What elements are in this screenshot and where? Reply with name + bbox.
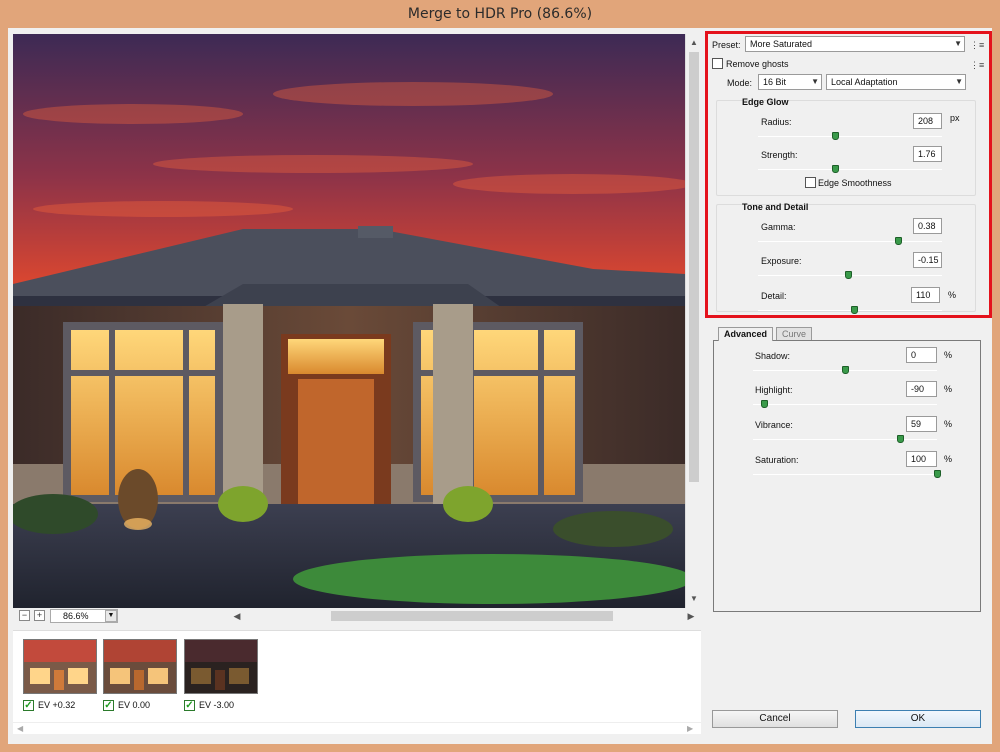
shadow-field[interactable]: 0 [906, 347, 937, 363]
hdr-preview-image[interactable] [13, 34, 685, 608]
shadow-unit: % [944, 350, 953, 360]
gamma-field[interactable]: 0.38 [913, 218, 942, 234]
slider-thumb[interactable] [845, 271, 853, 279]
radius-field[interactable]: 208 [913, 113, 942, 129]
shadow-slider[interactable] [753, 366, 937, 374]
slider-thumb[interactable] [832, 165, 840, 173]
zoom-out-button[interactable]: − [19, 610, 30, 621]
exposure-label: Exposure: [761, 256, 802, 266]
strength-label: Strength: [761, 150, 798, 160]
slider-thumb[interactable] [850, 306, 858, 314]
gamma-label: Gamma: [761, 222, 796, 232]
bit-depth-value: 16 Bit [763, 77, 787, 87]
tab-curve[interactable]: Curve [776, 327, 813, 341]
saturation-slider[interactable] [753, 470, 941, 478]
edge-glow-title: Edge Glow [742, 97, 789, 107]
method-value: Local Adaptation [831, 77, 898, 87]
highlight-label: Highlight: [755, 385, 793, 395]
ok-button[interactable]: OK [855, 710, 981, 728]
highlight-slider[interactable] [753, 400, 937, 408]
source-thumbnail[interactable]: ✓ EV -3.00 [184, 639, 258, 711]
source-images-strip: ✓ EV +0.32 ✓ EV 0.00 ✓ EV -3.00 ◀ ▶ [13, 630, 701, 734]
scroll-left-icon[interactable]: ◀ [17, 723, 23, 735]
preset-select[interactable]: More Saturated ▼ [745, 36, 965, 52]
scroll-left-icon[interactable]: ◀ [231, 608, 243, 624]
detail-label: Detail: [761, 291, 787, 301]
thumbnail-image[interactable] [103, 639, 177, 694]
highlight-unit: % [944, 384, 953, 394]
shadow-label: Shadow: [755, 351, 791, 361]
preset-value: More Saturated [750, 39, 813, 49]
window-title: Merge to HDR Pro (86.6%) [407, 6, 593, 22]
edge-smoothness-checkbox[interactable] [805, 177, 816, 188]
saturation-label: Saturation: [755, 455, 799, 465]
thumbnail-ev-label: EV -3.00 [199, 700, 235, 710]
chevron-down-icon: ▼ [954, 39, 962, 48]
chevron-down-icon: ▼ [955, 77, 963, 86]
saturation-field[interactable]: 100 [906, 451, 937, 467]
cancel-button[interactable]: Cancel [712, 710, 838, 728]
tab-advanced[interactable]: Advanced [718, 327, 774, 341]
radius-slider[interactable] [758, 132, 942, 140]
thumbnail-image[interactable] [23, 639, 97, 694]
include-checkbox[interactable]: ✓ [23, 699, 34, 711]
thumbnail-ev-label: EV +0.32 [38, 700, 76, 710]
detail-field[interactable]: 110 [911, 287, 940, 303]
house-photo [13, 34, 685, 608]
thumbnail-ev-label: EV 0.00 [118, 700, 151, 710]
options-menu-icon[interactable]: ⋮≡ [970, 60, 984, 70]
preset-label: Preset: [712, 40, 741, 50]
chevron-down-icon[interactable]: ▼ [105, 610, 117, 622]
scroll-up-icon[interactable]: ▲ [686, 36, 702, 50]
include-checkbox[interactable]: ✓ [184, 699, 195, 711]
remove-ghosts-label: Remove ghosts [726, 59, 789, 69]
include-checkbox[interactable]: ✓ [103, 699, 114, 711]
edge-smoothness-label: Edge Smoothness [818, 178, 892, 188]
thumbnail-image[interactable] [184, 639, 258, 694]
preset-options-menu-icon[interactable]: ⋮≡ [970, 40, 984, 50]
horizontal-scroll-thumb[interactable] [331, 611, 613, 621]
chevron-down-icon: ▼ [811, 77, 819, 86]
detail-slider[interactable] [758, 306, 942, 314]
highlight-field[interactable]: -90 [906, 381, 937, 397]
slider-thumb[interactable] [842, 366, 849, 374]
vibrance-field[interactable]: 59 [906, 416, 937, 432]
radius-unit: px [950, 113, 960, 123]
vibrance-unit: % [944, 419, 953, 429]
slider-thumb[interactable] [934, 470, 941, 478]
exposure-field[interactable]: -0.15 [913, 252, 942, 268]
vibrance-label: Vibrance: [755, 420, 793, 430]
detail-unit: % [948, 290, 957, 300]
mode-label: Mode: [727, 78, 753, 88]
preview-vertical-scrollbar[interactable]: ▲ ▼ [685, 34, 701, 608]
strength-slider[interactable] [758, 165, 942, 173]
scroll-right-icon[interactable]: ▶ [687, 723, 693, 735]
slider-thumb[interactable] [894, 237, 902, 245]
tone-detail-title: Tone and Detail [742, 202, 809, 212]
radius-label: Radius: [761, 117, 792, 127]
slider-thumb[interactable] [761, 400, 769, 408]
exposure-slider[interactable] [758, 271, 942, 279]
saturation-unit: % [944, 454, 953, 464]
gamma-slider[interactable] [758, 237, 942, 245]
slider-thumb[interactable] [897, 435, 905, 443]
method-select[interactable]: Local Adaptation ▼ [826, 74, 966, 90]
zoom-bar: − + 86.6% ▼ ◀ ▶ [13, 608, 701, 624]
source-thumbnail[interactable]: ✓ EV +0.32 [23, 639, 97, 711]
scroll-right-icon[interactable]: ▶ [685, 608, 697, 624]
scroll-thumb[interactable] [689, 52, 699, 482]
strength-field[interactable]: 1.76 [913, 146, 942, 162]
slider-thumb[interactable] [832, 132, 840, 140]
bit-depth-select[interactable]: 16 Bit ▼ [758, 74, 822, 90]
source-thumbnail[interactable]: ✓ EV 0.00 [103, 639, 177, 711]
scroll-down-icon[interactable]: ▼ [686, 592, 702, 606]
zoom-in-button[interactable]: + [34, 610, 45, 621]
remove-ghosts-checkbox[interactable] [712, 58, 723, 69]
thumbnail-scrollbar[interactable]: ◀ ▶ [13, 722, 701, 734]
vibrance-slider[interactable] [753, 435, 937, 443]
